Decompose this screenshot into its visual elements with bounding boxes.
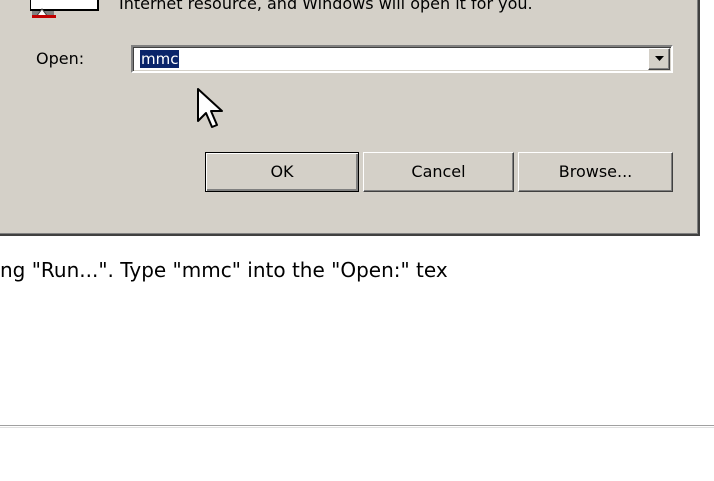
run-program-icon (29, 0, 102, 18)
open-combobox[interactable]: mmc (131, 45, 673, 73)
cancel-button[interactable]: Cancel (363, 152, 514, 192)
run-dialog: Internet resource, and Windows will open… (0, 0, 700, 236)
open-label: Open: (36, 49, 85, 68)
screenshot-stage: Internet resource, and Windows will open… (0, 0, 714, 481)
chevron-down-icon (655, 56, 664, 61)
instruction-text: ng "Run...". Type "mmc" into the "Open:"… (0, 258, 448, 282)
dialog-description: Internet resource, and Windows will open… (119, 0, 533, 13)
ok-button[interactable]: OK (205, 152, 359, 192)
mouse-pointer-icon (196, 88, 226, 132)
dropdown-button[interactable] (648, 48, 670, 70)
open-input-value[interactable]: mmc (140, 50, 180, 68)
divider (0, 425, 714, 428)
browse-button[interactable]: Browse... (518, 152, 673, 192)
